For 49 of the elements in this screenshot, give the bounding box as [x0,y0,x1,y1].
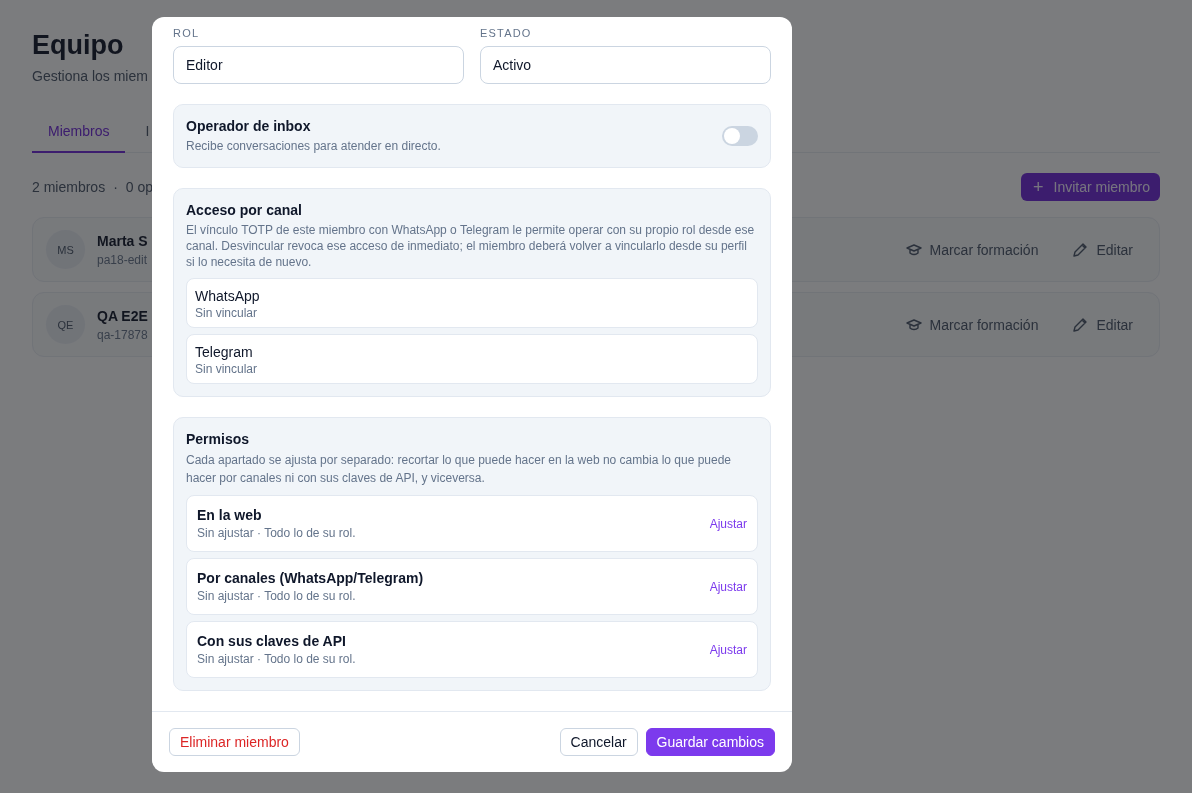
field-label: ESTADO [480,27,533,39]
cancel-button[interactable]: Cancelar [559,728,638,756]
permission-title: Con sus claves de API [197,633,347,649]
permission-status: Sin ajustar · Todo lo de su rol. [197,652,357,666]
tab[interactable]: I [129,111,166,153]
avatar: MS [46,230,85,269]
edit-button[interactable]: Editar [1066,315,1139,334]
member-name: Marta S [97,232,148,249]
permission-title: Por canales (WhatsApp/Telegram) [197,570,425,586]
member-count: 0 op [125,179,154,195]
section-description: El vínculo TOTP de este miembro con WhatsApp o Telegram le permite operar con su propio rol desde ese canal. Desvincular revoca ese acceso de inmediato; el miembro deberá volver a vincularlo desde su perfil si lo necesita de nuevo. [186,222,756,270]
permission-status: Sin ajustar · Todo lo de su rol. [197,589,357,603]
section-description: Recibe conversaciones para atender en directo. [186,138,442,154]
member-email: pa18-edit [97,252,148,267]
invite-button[interactable]: + Invitar miembro [1021,173,1160,201]
member-name: QA E2E [97,307,148,324]
graduation-cap-icon [905,242,922,257]
channel-status: Sin vincular [195,306,259,320]
pencil-icon [1072,241,1089,258]
tab[interactable]: Miembros [32,111,126,153]
section-title: Permisos [186,431,251,447]
avatar: QE [46,305,85,344]
field-label: ROL [173,27,201,39]
section-description: Cada apartado se ajusta por separado: recortar lo que puede hacer en la web no cambia lo que puede hacer por canales ni con sus claves de API, y viceversa. [186,452,733,487]
member-email: qa-17878 [97,327,148,342]
adjust-link[interactable]: Ajustar [709,516,747,531]
page-subtitle: Gestiona los miem [32,68,148,84]
channel-status: Sin vincular [195,362,259,376]
page-title: Equipo [32,29,124,62]
training-button[interactable]: Marcar formación [899,315,1045,334]
training-button[interactable]: Marcar formación [899,240,1045,259]
save-button[interactable]: Guardar cambios [645,728,775,756]
channel-name: Telegram [195,344,254,360]
permission-title: En la web [197,507,263,523]
adjust-link[interactable]: Ajustar [709,579,747,594]
edit-button[interactable]: Editar [1066,240,1139,259]
toggle-switch[interactable] [722,126,758,146]
delete-button[interactable]: Eliminar miembro [169,728,300,756]
section-title: Operador de inbox [186,118,312,134]
pencil-icon [1072,316,1089,333]
adjust-link[interactable]: Ajustar [709,642,747,657]
channel-name: WhatsApp [195,288,261,304]
section-title: Acceso por canal [186,202,303,218]
select-field[interactable]: Editor [173,46,464,84]
permission-status: Sin ajustar · Todo lo de su rol. [197,526,357,540]
graduation-cap-icon [905,317,922,332]
member-count: · [113,179,118,195]
member-count: 2 miembros [32,179,106,195]
select-field[interactable]: Activo [480,46,771,84]
